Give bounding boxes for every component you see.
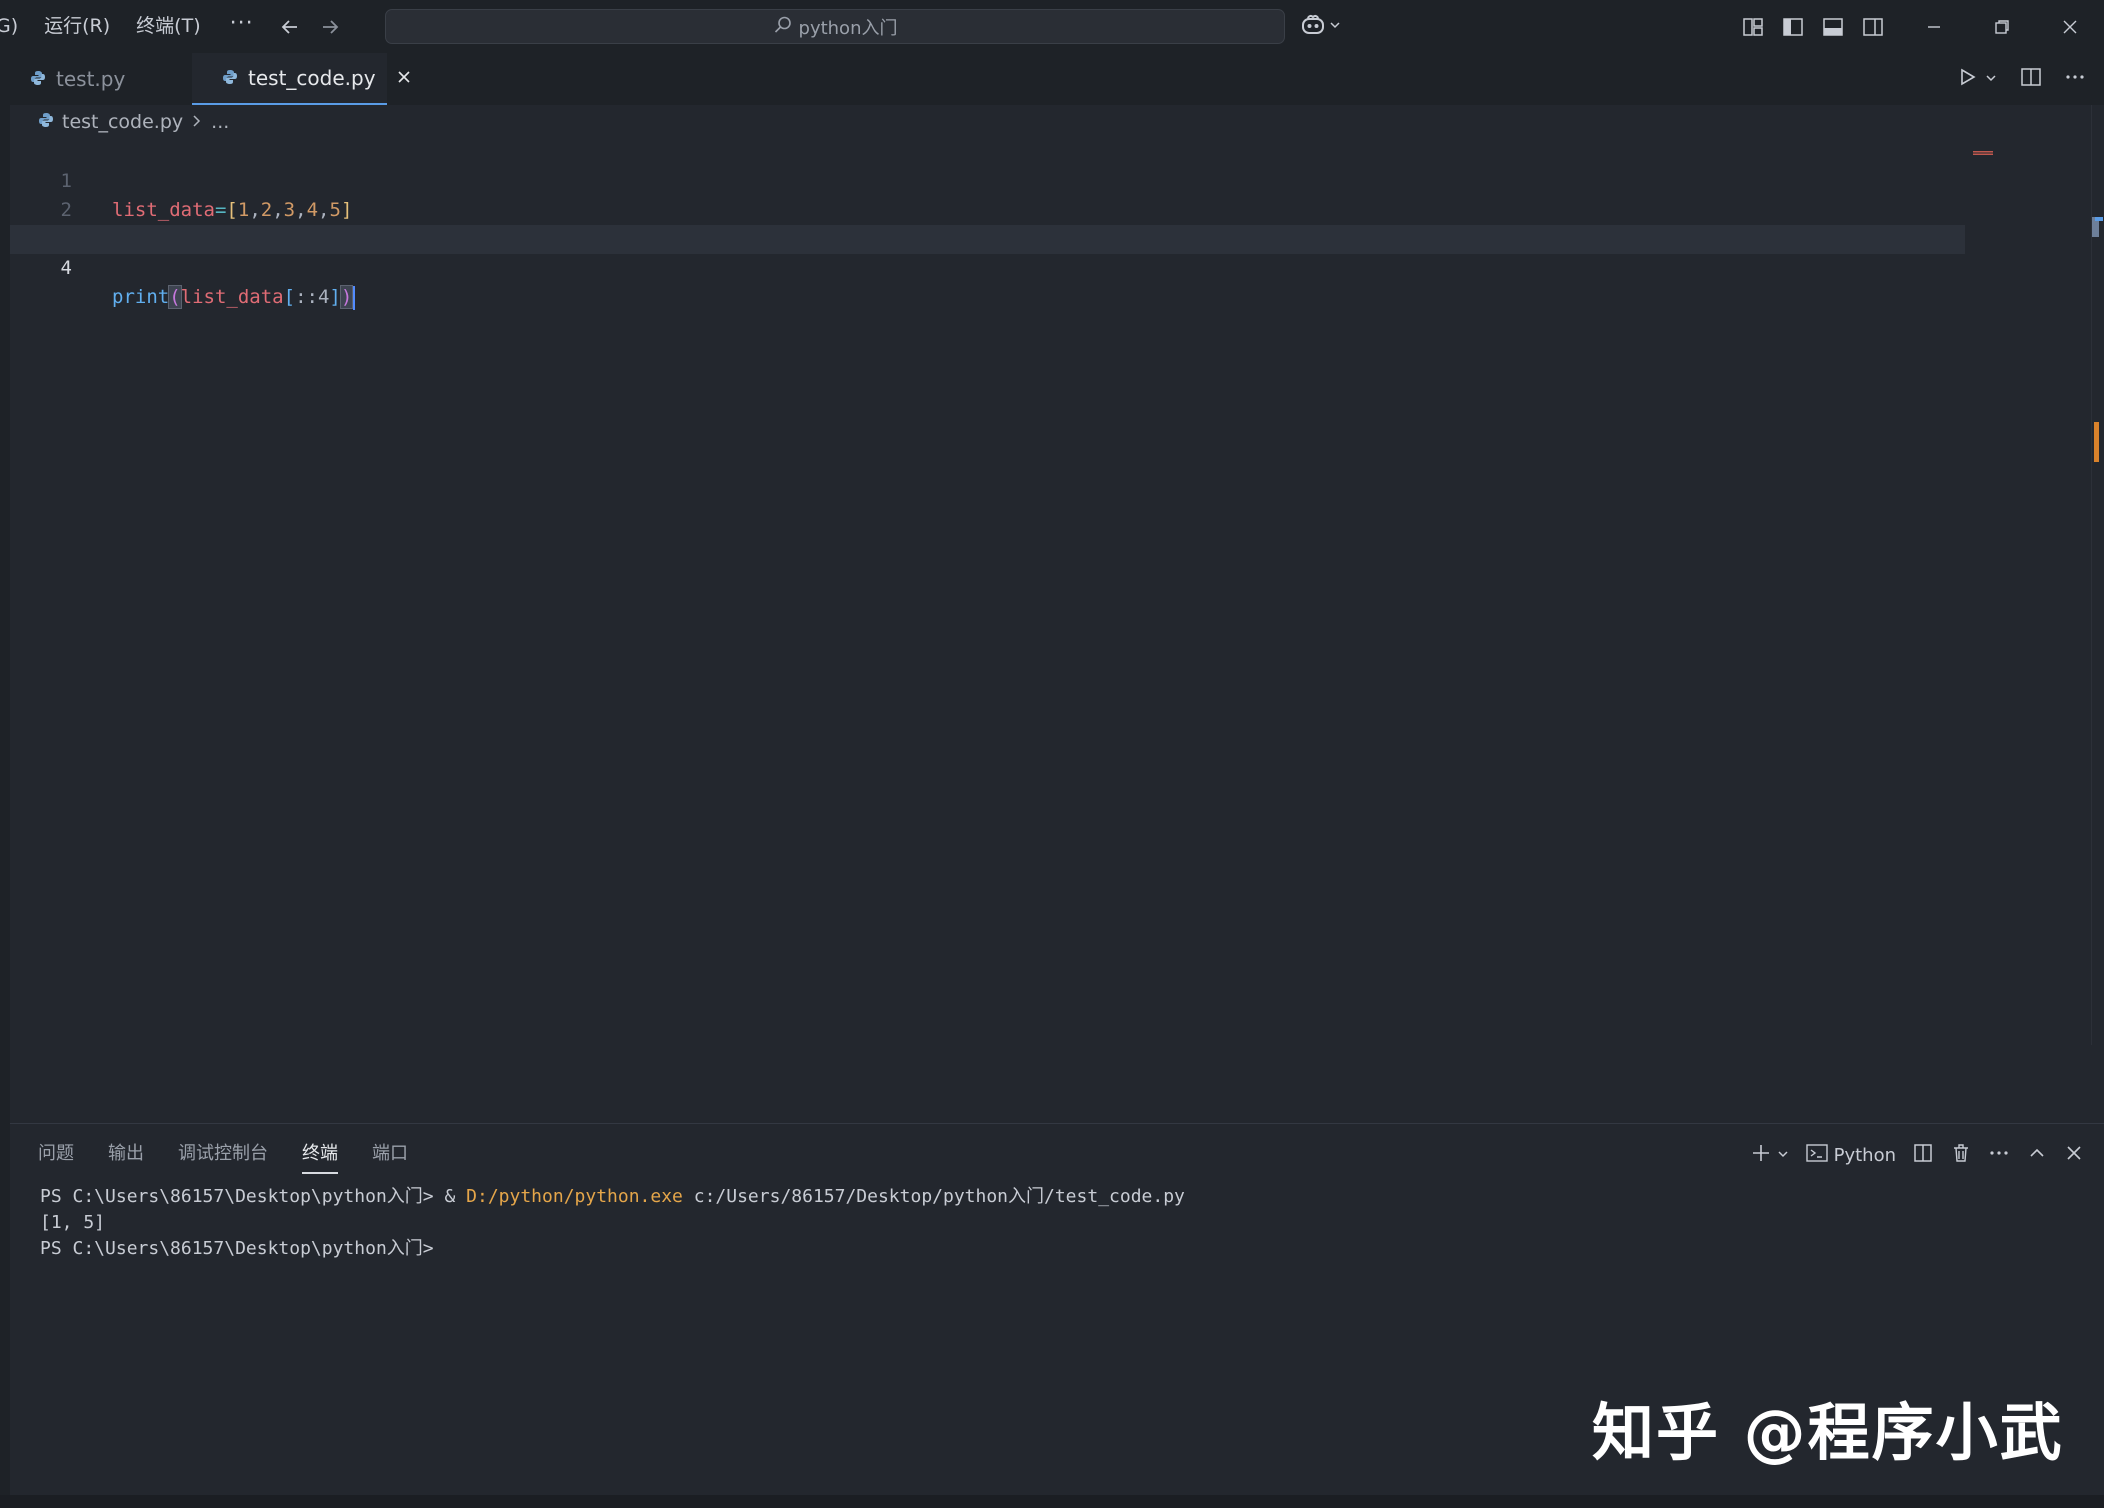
- back-arrow-icon[interactable]: [270, 0, 310, 53]
- token-slice: ::4: [295, 286, 330, 308]
- tab-label: test.py: [56, 67, 126, 91]
- chevron-down-icon: [1328, 17, 1342, 36]
- toggle-panel-icon[interactable]: [1820, 14, 1846, 40]
- status-bar: [0, 1495, 2104, 1508]
- forward-arrow-icon[interactable]: [310, 0, 350, 53]
- maximize-panel-icon[interactable]: [2026, 1142, 2048, 1168]
- chevron-down-icon[interactable]: [1776, 1146, 1790, 1165]
- minimap[interactable]: [1973, 140, 1993, 155]
- token-bracket: [: [283, 286, 296, 308]
- command-center-search[interactable]: python入门: [385, 9, 1285, 44]
- command-center-label: python入门: [798, 17, 898, 39]
- menu-item-run[interactable]: 运行(R): [31, 0, 123, 53]
- terminal-output[interactable]: PS C:\Users\86157\Desktop\python入门> & D:…: [40, 1184, 1185, 1262]
- tab-debug-console[interactable]: 调试控制台: [178, 1138, 268, 1174]
- minimize-icon[interactable]: [1900, 0, 1968, 53]
- python-file-icon: [38, 111, 54, 133]
- watermark: 知乎 @程序小武: [1592, 1396, 2064, 1469]
- terminal-line: PS C:\Users\86157\Desktop\python入门>: [40, 1238, 434, 1259]
- python-file-icon: [222, 66, 238, 90]
- code-line-2: 2: [10, 167, 1965, 221]
- code-line-3: 3: [10, 196, 1965, 250]
- editor-tab-bar: test.py test_code.py: [0, 53, 2104, 105]
- token-bracket: ]: [329, 286, 341, 308]
- terminal-line: PS C:\Users\86157\Desktop\python入门> & D:…: [40, 1184, 1185, 1210]
- tab-test-py[interactable]: test.py: [0, 53, 192, 105]
- code-line-4: 4 print(list_data[::4]): [10, 225, 1965, 310]
- tab-ports[interactable]: 端口: [372, 1138, 408, 1174]
- menu-item-go[interactable]: G): [0, 0, 31, 53]
- menu-item-terminal[interactable]: 终端(T): [123, 0, 213, 53]
- breadcrumb: test_code.py ...: [38, 106, 229, 138]
- tab-test-code-py[interactable]: test_code.py: [192, 53, 410, 105]
- window-controls: [1900, 0, 2104, 53]
- breadcrumb-symbols[interactable]: ...: [211, 111, 229, 133]
- panel-tabs: 问题 输出 调试控制台 终端 端口: [38, 1138, 408, 1174]
- menu-more-button[interactable]: ···: [214, 11, 270, 42]
- code-line-1: 1 list_data=[1,2,3,4,5]: [10, 138, 1965, 221]
- chevron-down-icon[interactable]: [1984, 70, 1998, 89]
- close-window-icon[interactable]: [2036, 0, 2104, 53]
- text-cursor: [353, 285, 356, 310]
- chevron-right-icon: [191, 111, 203, 133]
- terminal-amp: &: [444, 1186, 467, 1207]
- toggle-primary-sidebar-icon[interactable]: [1780, 14, 1806, 40]
- code-editor[interactable]: 1 list_data=[1,2,3,4,5] 2 3 4 print(list…: [10, 138, 2090, 1123]
- python-file-icon: [30, 67, 46, 91]
- close-panel-icon[interactable]: [2064, 1143, 2084, 1167]
- more-actions-icon[interactable]: [2064, 66, 2086, 92]
- new-terminal-icon[interactable]: [1750, 1142, 1772, 1168]
- line-number: 4: [60, 257, 72, 279]
- terminal-line: [1, 5]: [40, 1212, 106, 1233]
- token-paren: (: [168, 285, 182, 309]
- terminal-prompt: PS C:\Users\86157\Desktop\python入门>: [40, 1186, 445, 1207]
- tab-label: test_code.py: [248, 66, 376, 90]
- tab-output[interactable]: 输出: [108, 1138, 144, 1174]
- close-tab-icon[interactable]: [396, 66, 412, 90]
- toggle-secondary-sidebar-icon[interactable]: [1860, 14, 1886, 40]
- layout-controls: [1740, 0, 1886, 53]
- panel-actions: Python: [1750, 1138, 2084, 1172]
- activity-edge: [0, 105, 10, 1508]
- split-terminal-icon[interactable]: [1912, 1142, 1934, 1168]
- editor-scrollbar[interactable]: [2088, 105, 2104, 1045]
- terminal-profile-label: Python: [1833, 1144, 1896, 1166]
- terminal-arg: c:/Users/86157/Desktop/python入门/test_cod…: [682, 1186, 1185, 1207]
- more-actions-icon[interactable]: [1988, 1142, 2010, 1168]
- terminal-profile[interactable]: Python: [1805, 1143, 1896, 1167]
- token-function: print: [112, 286, 170, 308]
- tab-problems[interactable]: 问题: [38, 1138, 74, 1174]
- copilot-button[interactable]: [1300, 10, 1354, 43]
- token-paren: ): [339, 285, 354, 309]
- split-editor-icon[interactable]: [2020, 66, 2042, 92]
- token-variable: list_data: [180, 286, 284, 308]
- breadcrumb-file[interactable]: test_code.py: [62, 111, 183, 133]
- tab-terminal[interactable]: 终端: [302, 1138, 338, 1174]
- copilot-icon: [1300, 13, 1326, 41]
- editor-actions: [1956, 53, 2086, 105]
- trash-icon[interactable]: [1950, 1142, 1972, 1168]
- search-icon: [773, 15, 793, 39]
- run-python-file-icon[interactable]: [1956, 66, 1978, 92]
- customize-layout-icon[interactable]: [1740, 14, 1766, 40]
- terminal-exe-path: D:/python/python.exe: [466, 1186, 683, 1207]
- restore-icon[interactable]: [1968, 0, 2036, 53]
- terminal-icon: [1805, 1143, 1828, 1167]
- code-text: print(list_data[::4]): [112, 283, 356, 312]
